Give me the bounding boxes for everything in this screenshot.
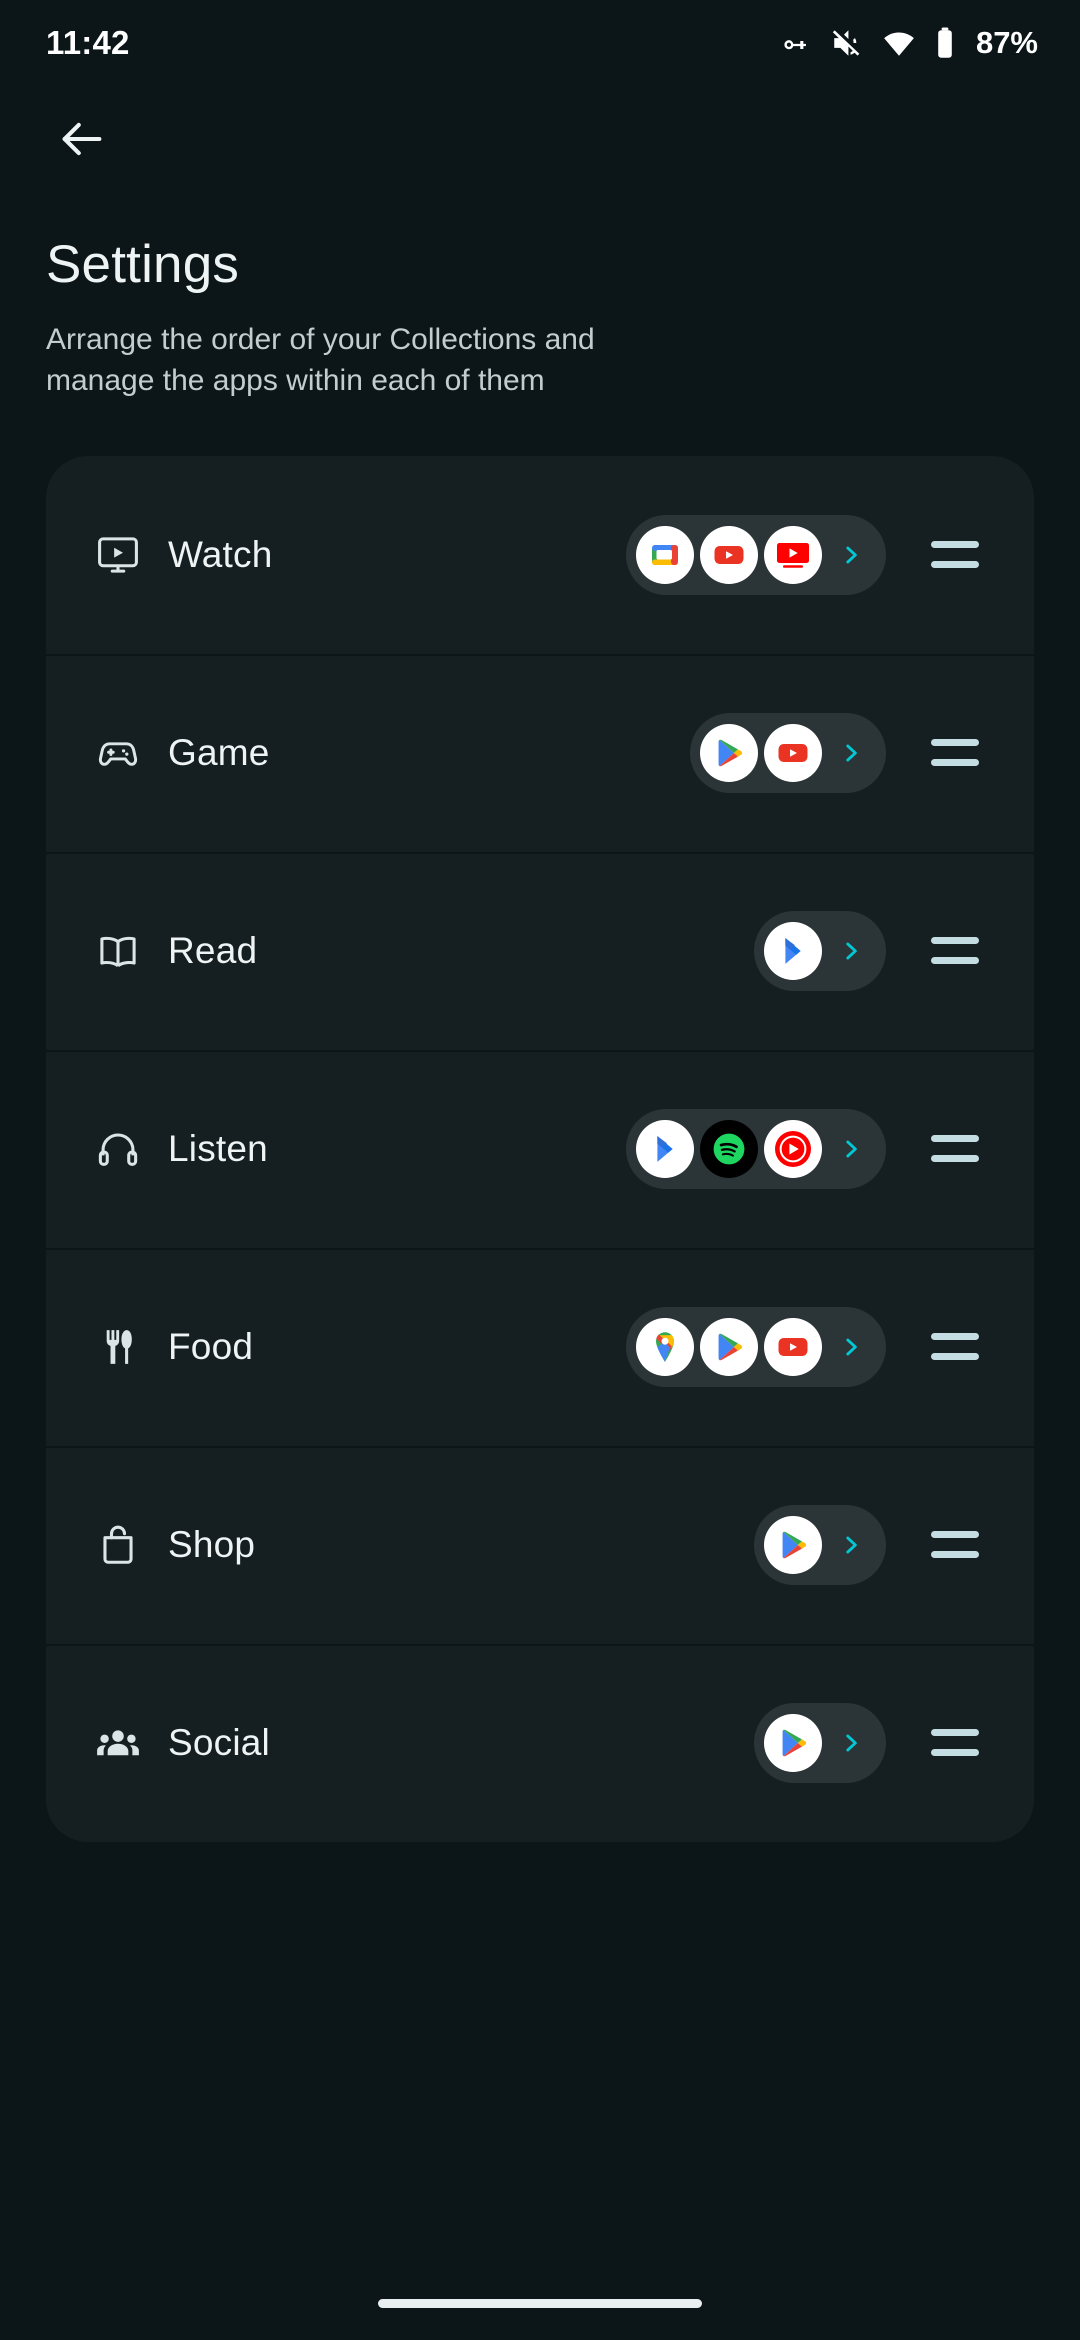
collection-label-group-read: Read (94, 927, 754, 975)
chevron-right-icon[interactable] (834, 929, 868, 973)
page-subtitle: Arrange the order of your Collections an… (46, 323, 595, 398)
status-time: 11:42 (46, 24, 130, 61)
collection-name: Listen (168, 1127, 268, 1169)
app-chip-social[interactable] (754, 1702, 886, 1783)
gamepad-icon (94, 729, 142, 777)
collection-name: Food (168, 1325, 254, 1367)
play-store-icon (700, 723, 758, 782)
page-title: Settings (46, 235, 240, 294)
play-books-icon (764, 921, 822, 980)
play-store-icon (700, 1317, 758, 1376)
page-header: Settings Arrange the order of your Colle… (0, 196, 1080, 402)
vpn-key-icon (779, 26, 813, 60)
youtube-icon (764, 1317, 822, 1376)
play-books-icon (636, 1119, 694, 1178)
collection-label-group-listen: Listen (94, 1125, 626, 1173)
battery-percent: 87% (975, 25, 1038, 60)
collection-label-group-watch: Watch (94, 531, 626, 579)
collection-row-game[interactable]: Game (46, 653, 1034, 852)
youtube-icon (700, 525, 758, 584)
top-app-bar (0, 86, 1080, 196)
app-chip-food[interactable] (626, 1306, 886, 1387)
app-chip-shop[interactable] (754, 1504, 886, 1585)
tv-play-icon (94, 531, 142, 579)
shopping-bag-icon (94, 1521, 142, 1569)
collection-row-watch[interactable]: Watch (46, 456, 1034, 654)
status-icons: 87% (779, 25, 1038, 61)
chevron-right-icon[interactable] (834, 533, 868, 577)
back-arrow-icon (56, 113, 108, 170)
collection-row-shop[interactable]: Shop (46, 1445, 1034, 1644)
app-chip-game[interactable] (690, 712, 886, 793)
status-bar: 11:42 87% (0, 0, 1080, 86)
collection-name: Watch (168, 533, 273, 575)
battery-icon (934, 26, 956, 60)
collection-name: Shop (168, 1523, 256, 1565)
google-tv-icon (636, 525, 694, 584)
app-chip-read[interactable] (754, 910, 886, 991)
home-gesture-pill[interactable] (378, 2298, 702, 2308)
drag-handle-icon[interactable] (912, 1301, 998, 1393)
spotify-icon (700, 1119, 758, 1178)
collection-name: Social (168, 1721, 270, 1763)
youtube-music-icon (764, 1119, 822, 1178)
collections-list: Watch Game Read Listen Food Shop Social (46, 455, 1034, 1842)
people-group-icon (94, 1719, 142, 1767)
chevron-right-icon[interactable] (834, 1325, 868, 1369)
drag-handle-icon[interactable] (912, 509, 998, 601)
collection-label-group-food: Food (94, 1323, 626, 1371)
volume-muted-icon (830, 26, 864, 60)
headphones-icon (94, 1125, 142, 1173)
collection-row-food[interactable]: Food (46, 1247, 1034, 1446)
back-button[interactable] (46, 105, 118, 177)
book-icon (94, 927, 142, 975)
drag-handle-icon[interactable] (912, 1103, 998, 1195)
collection-label-group-shop: Shop (94, 1521, 754, 1569)
collection-name: Read (168, 929, 258, 971)
collection-label-group-game: Game (94, 729, 690, 777)
drag-handle-icon[interactable] (912, 707, 998, 799)
youtube-tv-icon (764, 525, 822, 584)
system-navigation-bar (0, 2266, 1080, 2340)
app-chip-listen[interactable] (626, 1108, 886, 1189)
collection-row-read[interactable]: Read (46, 851, 1034, 1050)
chevron-right-icon[interactable] (834, 1721, 868, 1765)
google-maps-icon (636, 1317, 694, 1376)
chevron-right-icon[interactable] (834, 731, 868, 775)
drag-handle-icon[interactable] (912, 1697, 998, 1789)
youtube-icon (764, 723, 822, 782)
drag-handle-icon[interactable] (912, 1499, 998, 1591)
collection-row-social[interactable]: Social (46, 1643, 1034, 1842)
drag-handle-icon[interactable] (912, 905, 998, 997)
play-store-icon (764, 1713, 822, 1772)
app-chip-watch[interactable] (626, 514, 886, 595)
collection-row-listen[interactable]: Listen (46, 1049, 1034, 1248)
chevron-right-icon[interactable] (834, 1127, 868, 1171)
fork-knife-icon (94, 1323, 142, 1371)
chevron-right-icon[interactable] (834, 1523, 868, 1567)
wifi-icon (881, 26, 917, 60)
collection-name: Game (168, 731, 270, 773)
collection-label-group-social: Social (94, 1719, 754, 1767)
play-store-icon (764, 1515, 822, 1574)
